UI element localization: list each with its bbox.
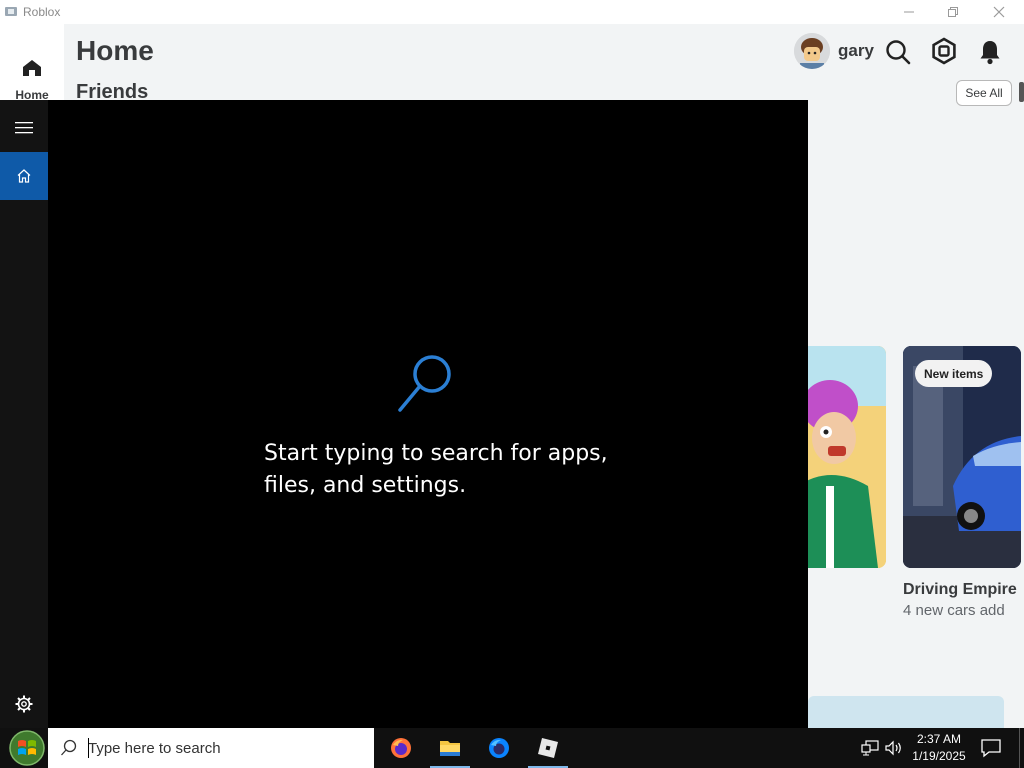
- see-all-button[interactable]: See All: [956, 80, 1012, 106]
- firefox-icon: [391, 738, 411, 758]
- home-outline-icon: [17, 169, 31, 183]
- show-desktop-button[interactable]: [1019, 728, 1020, 768]
- roblox-icon: [538, 738, 558, 758]
- minimize-icon: [904, 11, 914, 13]
- game-title[interactable]: Driving Empire: [903, 581, 1017, 599]
- game-subtitle: 4 new cars add: [903, 602, 1005, 619]
- taskbar-search-box[interactable]: Type here to search: [48, 728, 374, 768]
- search-panel-rail: [0, 100, 48, 728]
- clock-date: 1/19/2025: [912, 749, 966, 763]
- taskbar-app-firefox[interactable]: [377, 728, 425, 768]
- notifications-icon[interactable]: [976, 38, 1004, 66]
- username[interactable]: gary: [838, 41, 874, 61]
- folder-icon: [440, 741, 460, 756]
- search-icon: [61, 739, 77, 756]
- close-icon: [993, 6, 1005, 18]
- restore-icon: [948, 7, 958, 17]
- game-card-thumbnail-partial[interactable]: [808, 696, 1004, 728]
- minimize-button[interactable]: [886, 0, 932, 24]
- scrollbar-thumb[interactable]: [1019, 82, 1024, 102]
- search-icon[interactable]: [884, 38, 912, 66]
- new-items-badge: New items: [915, 360, 993, 387]
- firefox-blue-icon: [489, 738, 509, 758]
- clock-time: 2:37 AM: [916, 732, 962, 746]
- taskbar-app-roblox[interactable]: [524, 728, 572, 768]
- close-button[interactable]: [976, 0, 1022, 24]
- network-icon[interactable]: [860, 740, 880, 756]
- restore-button[interactable]: [930, 0, 976, 24]
- taskbar-app-file-explorer[interactable]: [426, 728, 474, 768]
- volume-icon[interactable]: [884, 740, 904, 756]
- search-home-button[interactable]: [0, 152, 48, 200]
- hamburger-menu-icon[interactable]: [14, 121, 34, 135]
- page-title: Home: [76, 35, 154, 66]
- search-placeholder: Type here to search: [88, 740, 221, 757]
- window-title: Roblox: [23, 5, 61, 19]
- window-titlebar: Roblox: [0, 0, 1024, 24]
- windows-orb-icon: [9, 730, 45, 766]
- roblox-app-icon: [5, 7, 17, 16]
- taskbar-clock[interactable]: 2:37 AM 1/19/2025: [908, 731, 970, 765]
- avatar[interactable]: [794, 33, 830, 69]
- action-center-icon[interactable]: [980, 738, 1002, 758]
- settings-gear-icon[interactable]: [14, 694, 34, 714]
- robux-icon[interactable]: [930, 37, 958, 65]
- nav-home[interactable]: Home: [0, 56, 64, 106]
- avatar-image: [794, 33, 830, 69]
- home-icon: [23, 60, 41, 76]
- start-button[interactable]: [7, 729, 47, 767]
- windows-search-panel: Start typing to search for apps, files, …: [0, 100, 808, 728]
- taskbar-app-firefox-alt[interactable]: [475, 728, 523, 768]
- search-hint-text: Start typing to search for apps, files, …: [264, 441, 608, 498]
- taskbar: Type here to search 2:37 AM 1/19/2025: [0, 728, 1024, 768]
- search-magnifier-icon: [398, 355, 451, 412]
- text-caret: [88, 738, 89, 758]
